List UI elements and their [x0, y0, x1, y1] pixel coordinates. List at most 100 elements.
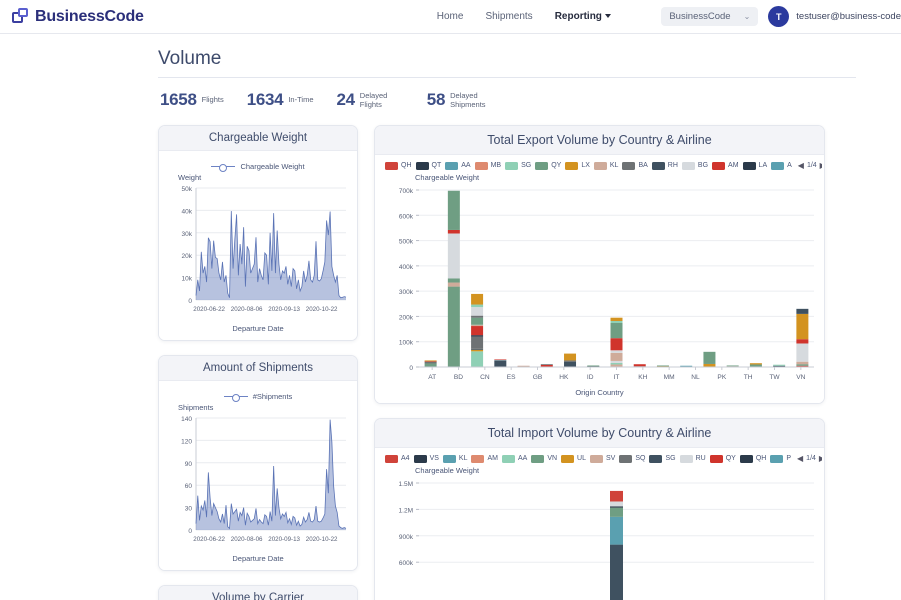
user-email-label: testuser@business-code	[796, 11, 901, 22]
bar-segment	[610, 491, 623, 502]
bar-segment	[750, 363, 762, 364]
card-total-import-volume-title: Total Import Volume by Country & Airline	[375, 419, 824, 448]
bar-segment	[425, 363, 437, 367]
legend-item-QH[interactable]: QH	[740, 455, 767, 463]
user-menu[interactable]: T testuser@business-code	[768, 6, 901, 27]
chargeable-weight-ylabel: Weight	[178, 173, 350, 182]
bar-segment	[796, 309, 808, 314]
legend-item-A[interactable]: A	[771, 162, 792, 170]
bar-segment	[611, 338, 623, 350]
bar-segment	[564, 362, 576, 367]
legend-item-AM[interactable]: AM	[712, 162, 739, 170]
legend-item-LX[interactable]: LX	[565, 162, 590, 170]
bar-segment	[611, 350, 623, 353]
legend-label: AM	[487, 455, 498, 462]
brand-logo[interactable]: BusinessCode	[0, 8, 144, 26]
legend-item-KL[interactable]: KL	[594, 162, 619, 170]
legend-label: UL	[577, 455, 586, 462]
bar-segment	[425, 360, 437, 361]
legend-label: SV	[606, 455, 615, 462]
dashboard-left-column: Chargeable Weight Chargeable Weight Weig…	[158, 125, 358, 600]
legend-label: SG	[521, 162, 531, 169]
x-tick-label: 2020-08-06	[231, 536, 263, 543]
legend-item-A4[interactable]: A4	[385, 455, 410, 463]
legend-prev-page-icon[interactable]: ◀	[797, 454, 803, 463]
legend-prev-page-icon[interactable]: ◀	[798, 161, 804, 170]
legend-item-QY[interactable]: QY	[535, 162, 561, 170]
y-tick-label: 90	[185, 461, 193, 468]
bar-segment	[448, 230, 460, 234]
legend-item-RH[interactable]: RH	[652, 162, 678, 170]
legend-item-QY[interactable]: QY	[710, 455, 736, 463]
tenant-selector[interactable]: BusinessCode ⌄	[661, 7, 758, 26]
x-tick-label: CN	[480, 374, 490, 381]
import-volume-chart[interactable]: 600k900k1.2M1.5M	[377, 475, 822, 600]
legend-swatch	[680, 455, 693, 463]
legend-label: QT	[432, 162, 442, 169]
legend-item-BG[interactable]: BG	[682, 162, 708, 170]
dashboard-right-column: Total Export Volume by Country & Airline…	[374, 125, 825, 600]
legend-item-SV[interactable]: SV	[590, 455, 615, 463]
legend-swatch	[531, 455, 544, 463]
chargeable-weight-legend[interactable]: Chargeable Weight	[166, 162, 350, 171]
bar-segment	[471, 294, 483, 305]
legend-item-QT[interactable]: QT	[416, 162, 442, 170]
legend-item-BA[interactable]: BA	[622, 162, 647, 170]
nav-item-reporting[interactable]: Reporting	[555, 11, 611, 22]
legend-item-SQ[interactable]: SQ	[619, 455, 645, 463]
export-chart-legend[interactable]: QHQTAAMBSGQYLXKLBARHBGAMLAA◀1/4▶	[377, 155, 822, 170]
legend-label: MB	[491, 162, 502, 169]
export-volume-chart[interactable]: 0100k200k300k400k500k600k700kATBDCNESGBH…	[377, 182, 822, 387]
legend-item-RU[interactable]: RU	[680, 455, 706, 463]
legend-item-VN[interactable]: VN	[531, 455, 557, 463]
legend-next-page-icon[interactable]: ▶	[820, 161, 822, 170]
legend-swatch	[712, 162, 725, 170]
x-tick-label: 2020-09-13	[268, 536, 300, 543]
legend-next-page-icon[interactable]: ▶	[819, 454, 822, 463]
bar-segment	[796, 364, 808, 366]
legend-label: KL	[459, 455, 468, 462]
legend-swatch	[471, 455, 484, 463]
legend-item-LA[interactable]: LA	[743, 162, 768, 170]
bar-segment	[564, 360, 576, 362]
nav-item-home[interactable]: Home	[437, 11, 464, 22]
export-xlabel: Origin Country	[377, 388, 822, 397]
bar-segment	[796, 343, 808, 361]
legend-item-KL[interactable]: KL	[443, 455, 468, 463]
legend-item-AA[interactable]: AA	[445, 162, 470, 170]
legend-item-VS[interactable]: VS	[414, 455, 439, 463]
shipments-legend[interactable]: #Shipments	[166, 392, 350, 401]
legend-item-SG[interactable]: SG	[649, 455, 675, 463]
legend-label: A	[787, 162, 792, 169]
legend-swatch	[443, 455, 456, 463]
x-tick-label: AT	[428, 374, 436, 381]
dashboard-grid: Chargeable Weight Chargeable Weight Weig…	[158, 125, 901, 600]
legend-item-MB[interactable]: MB	[475, 162, 502, 170]
x-tick-label: TW	[769, 374, 780, 381]
legend-swatch	[743, 162, 756, 170]
bar-segment	[494, 361, 506, 367]
bar-segment	[611, 321, 623, 323]
legend-item-UL[interactable]: UL	[561, 455, 586, 463]
import-chart-legend[interactable]: A4VSKLAMAAVNULSVSQSGRUQYQHP◀1/4▶	[377, 448, 822, 463]
legend-label: VS	[430, 455, 439, 462]
bar-segment	[610, 508, 623, 517]
nav-item-shipments[interactable]: Shipments	[485, 11, 532, 22]
legend-swatch	[445, 162, 458, 170]
chargeable-weight-chart[interactable]: 010k20k30k40k50k2020-06-222020-08-062020…	[166, 182, 352, 322]
x-tick-label: ES	[507, 374, 516, 381]
bar-segment	[587, 365, 599, 366]
legend-item-P[interactable]: P	[770, 455, 791, 463]
x-tick-label: 2020-10-22	[306, 536, 338, 543]
legend-item-QH[interactable]: QH	[385, 162, 412, 170]
export-ylabel: Chargeable Weight	[415, 173, 822, 182]
x-tick-label: TH	[744, 374, 753, 381]
legend-item-AA[interactable]: AA	[502, 455, 527, 463]
legend-item-SG[interactable]: SG	[505, 162, 531, 170]
x-tick-label: ID	[587, 374, 594, 381]
amount-of-shipments-chart[interactable]: 03060901201402020-06-222020-08-062020-09…	[166, 412, 352, 552]
legend-item-AM[interactable]: AM	[471, 455, 498, 463]
bar-segment	[448, 279, 460, 283]
legend-label: SQ	[635, 455, 645, 462]
card-amount-of-shipments-title: Amount of Shipments	[159, 356, 357, 381]
